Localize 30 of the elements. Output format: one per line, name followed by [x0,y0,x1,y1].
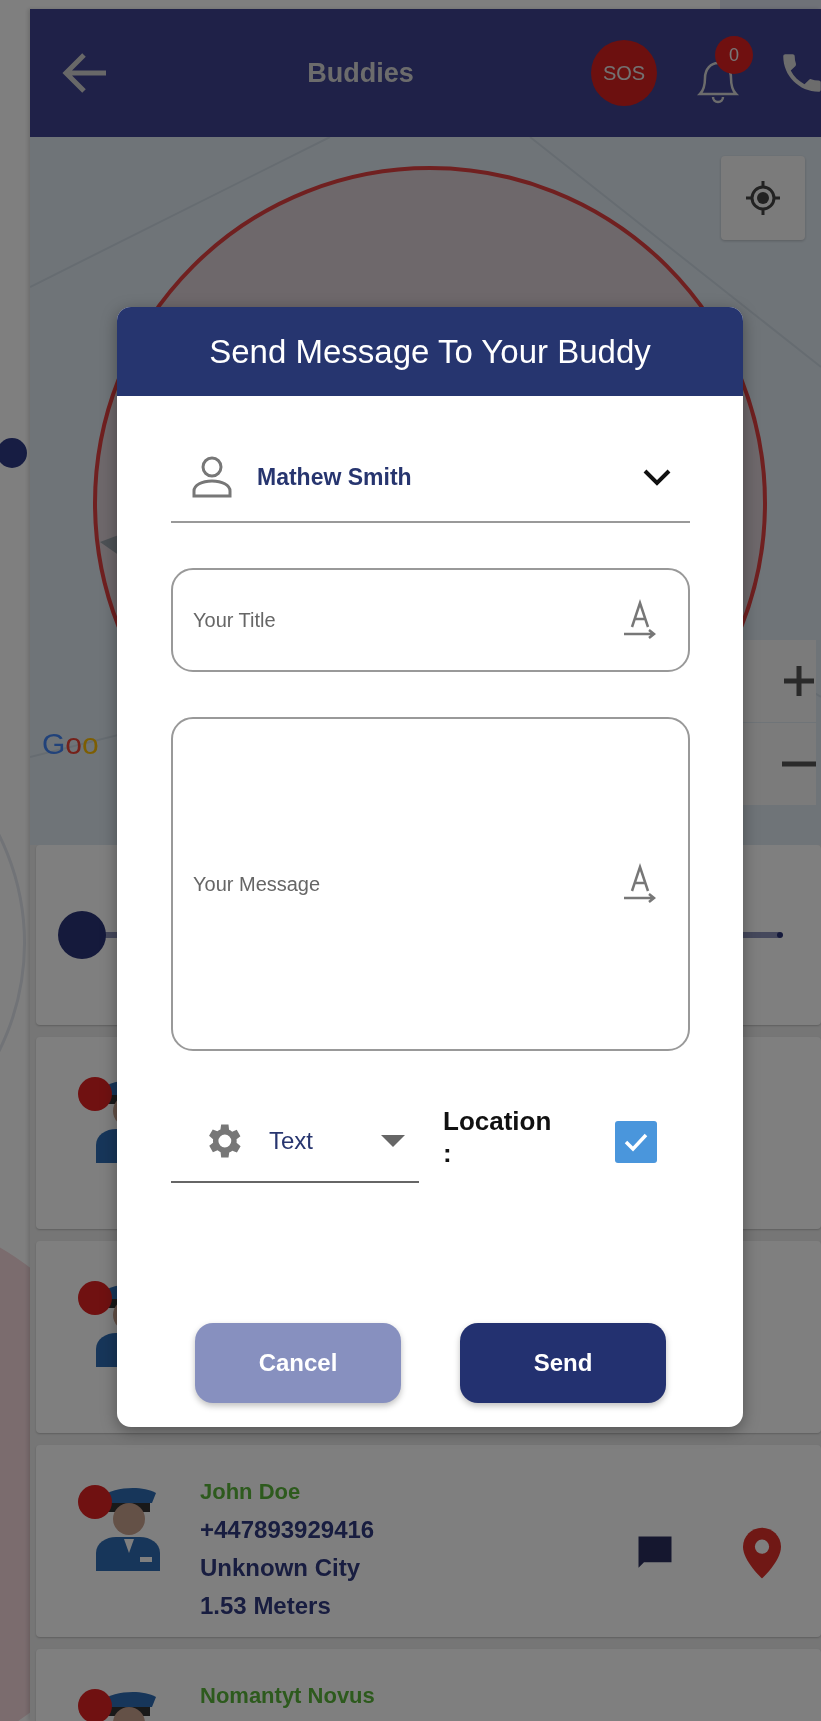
dialog-title: Send Message To Your Buddy [117,307,743,396]
recipient-name: Mathew Smith [257,463,413,491]
caret-icon [381,1134,405,1148]
map-pin-icon[interactable] [743,1527,781,1579]
background-dot [0,438,27,468]
locate-button[interactable] [721,156,805,240]
status-dot [78,1689,112,1721]
chevron-down-icon [642,467,672,487]
status-dot [78,1485,112,1519]
buddy-city: Unknown City [200,1553,361,1583]
message-field[interactable]: Your Message [171,717,690,1051]
buddy-distance: 1.53 Meters [200,1591,332,1621]
slider-thumb[interactable] [58,911,106,959]
location-checkbox[interactable] [615,1121,657,1163]
notification-count-badge: 0 [715,36,753,74]
screen-title: Buddies [306,57,415,89]
status-dot [78,1281,112,1315]
my-location-icon [743,178,783,218]
buddy-name: John Doe [200,1478,302,1506]
map-logo: Goo [42,727,99,761]
send-button[interactable]: Send [460,1323,666,1403]
status-dot [78,1077,112,1111]
buddy-name: Nomantyt Novus [200,1682,376,1710]
location-label: Location : [443,1105,553,1169]
minus-icon [782,760,816,768]
plus-icon [782,664,816,698]
buddy-phone: +447893929416 [200,1515,376,1545]
recipient-dropdown[interactable]: Mathew Smith [171,433,690,523]
type-dropdown[interactable]: Text [171,1101,419,1183]
title-field[interactable]: Your Title [171,568,690,672]
